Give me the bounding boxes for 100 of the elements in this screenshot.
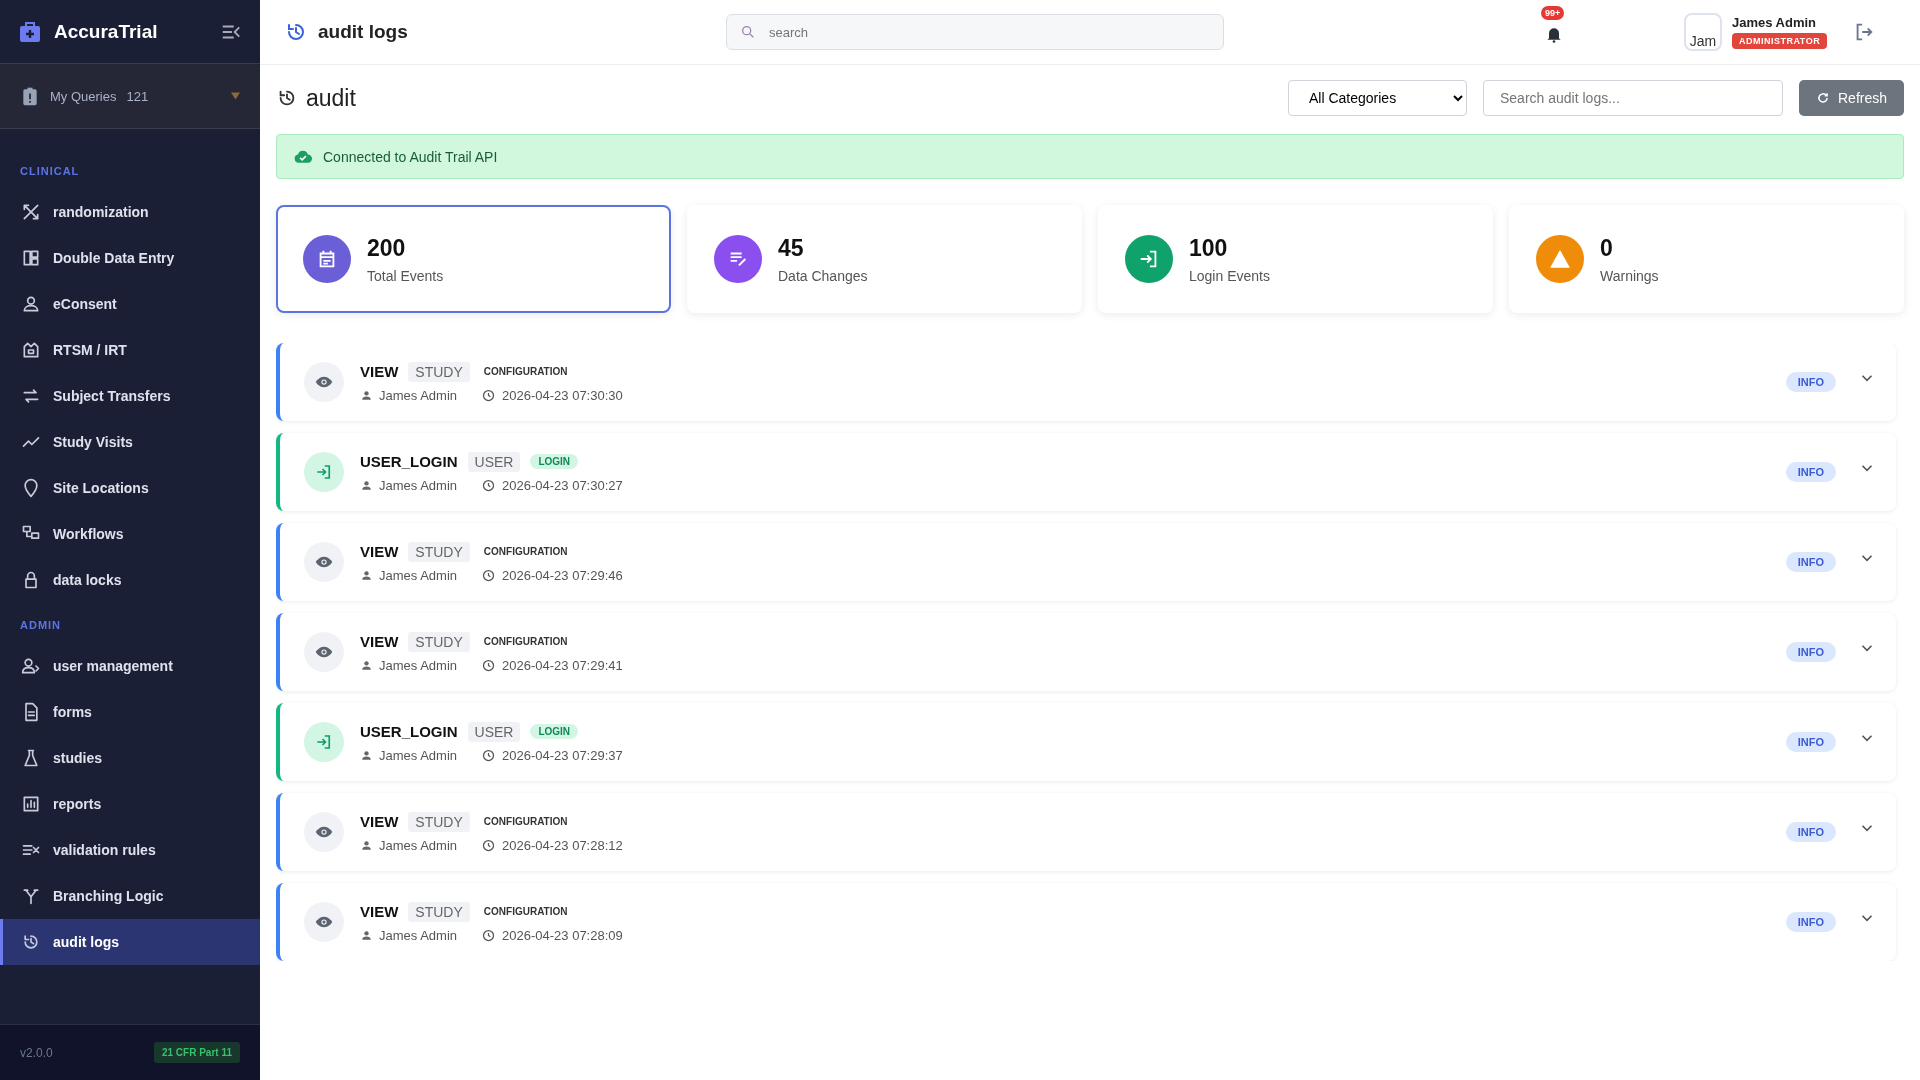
action-name: USER_LOGIN (360, 723, 458, 740)
nav-item[interactable]: user management (0, 643, 260, 689)
stat-value: 200 (367, 234, 407, 262)
nav-item[interactable]: RTSM / IRT (0, 327, 260, 373)
timestamp: 2026-04-23 07:29:37 (502, 747, 623, 763)
nav-item[interactable]: reports (0, 781, 260, 827)
user-icon (360, 478, 373, 492)
stat-card[interactable]: 200 Total Events (276, 205, 671, 313)
timestamp: 2026-04-23 07:30:30 (502, 387, 623, 403)
category-select[interactable]: All Categories (1288, 80, 1467, 116)
stat-label: Login Events (1189, 267, 1270, 284)
user-icon (360, 838, 373, 852)
event-icon (304, 902, 344, 942)
nav-icon (21, 248, 41, 268)
nav-item[interactable]: Subject Transfers (0, 373, 260, 419)
severity-badge: INFO (1785, 732, 1836, 752)
clock-icon (481, 387, 497, 403)
entity-tag: USER (467, 721, 521, 742)
nav-item[interactable]: studies (0, 735, 260, 781)
nav-icon (21, 386, 41, 406)
nav-icon (21, 340, 41, 360)
category-tag: CONFIGURATION (479, 544, 572, 559)
clock-icon (481, 657, 497, 673)
log-entry-card[interactable]: VIEW STUDY CONFIGURATION James Admin 2026-04-23 07:30:30 INFO (276, 343, 1896, 421)
stat-card[interactable]: 45 Data Changes (687, 205, 1082, 313)
entity-tag: STUDY (408, 631, 470, 652)
action-name: VIEW (360, 903, 399, 920)
severity-badge: INFO (1785, 642, 1836, 662)
user-icon (360, 568, 373, 582)
category-tag: CONFIGURATION (479, 904, 572, 919)
severity-badge: INFO (1785, 462, 1836, 482)
search-field[interactable]: search (726, 14, 1224, 50)
log-entry-card[interactable]: VIEW STUDY CONFIGURATION James Admin 2026-04-23 07:28:09 INFO (276, 883, 1896, 961)
nav-item[interactable]: randomization (0, 189, 260, 235)
category-tag: CONFIGURATION (479, 364, 572, 379)
my-queries-dropdown[interactable]: My Queries 121 (0, 63, 260, 129)
user-name: James Admin (379, 837, 458, 853)
search-field[interactable]: Search audit logs... (1483, 80, 1783, 116)
page-title: audit logs (318, 21, 409, 43)
stat-card[interactable]: 100 Login Events (1098, 205, 1493, 313)
nav-item[interactable]: audit logs (0, 919, 260, 965)
role-badge: ADMINISTRATOR (1732, 33, 1828, 49)
log-entry-card[interactable]: VIEW STUDY CONFIGURATION James Admin 2026-04-23 07:28:12 INFO (276, 793, 1896, 871)
event-icon (304, 542, 344, 582)
action-name: VIEW (360, 813, 399, 830)
user-icon (360, 748, 373, 762)
status-text: Connected to Audit Trail API (323, 148, 498, 165)
action-name: VIEW (360, 363, 399, 380)
timestamp: 2026-04-23 07:29:46 (502, 567, 623, 583)
nav-icon (21, 794, 41, 814)
event-icon (304, 722, 344, 762)
stat-value: 45 (778, 234, 805, 262)
nav-icon (21, 202, 41, 222)
log-entry-card[interactable]: VIEW STUDY CONFIGURATION James Admin 2026-04-23 07:29:46 INFO (276, 523, 1896, 601)
nav-item[interactable]: forms (0, 689, 260, 735)
user-icon (360, 388, 373, 402)
brand-name: AccuraTrial (54, 20, 159, 43)
nav-icon (21, 886, 41, 906)
nav-item[interactable]: Double Data Entry (0, 235, 260, 281)
user-name: James Admin (379, 567, 458, 583)
event-icon (304, 632, 344, 672)
refresh-button[interactable]: Refresh (1799, 80, 1904, 116)
user-icon (360, 658, 373, 672)
nav-item[interactable]: data locks (0, 557, 260, 603)
stat-card[interactable]: 0 Warnings (1509, 205, 1904, 313)
clock-icon (481, 747, 497, 763)
action-name: VIEW (360, 633, 399, 650)
nav-item[interactable]: Site Locations (0, 465, 260, 511)
action-name: USER_LOGIN (360, 453, 458, 470)
timestamp: 2026-04-23 07:29:41 (502, 657, 623, 673)
nav-item[interactable]: eConsent (0, 281, 260, 327)
severity-badge: INFO (1785, 912, 1836, 932)
nav-item[interactable]: Branching Logic (0, 873, 260, 919)
clock-icon (481, 477, 497, 493)
nav-icon (21, 932, 41, 952)
severity-badge: INFO (1785, 372, 1836, 392)
user-name: James Admin (379, 927, 458, 943)
nav-item[interactable]: validation rules (0, 827, 260, 873)
entity-tag: USER (467, 451, 521, 472)
log-entry-card[interactable]: VIEW STUDY CONFIGURATION James Admin 2026-04-23 07:29:41 INFO (276, 613, 1896, 691)
nav-icon (21, 294, 41, 314)
nav-item[interactable]: Workflows (0, 511, 260, 557)
nav-item[interactable]: Study Visits (0, 419, 260, 465)
notification-badge: 99+ (1541, 6, 1565, 20)
category-tag: LOGIN (530, 454, 579, 469)
entity-tag: STUDY (408, 361, 470, 382)
stat-label: Total Events (367, 267, 444, 284)
stat-label: Data Changes (778, 267, 868, 284)
stat-label: Warnings (1600, 267, 1659, 284)
severity-badge: INFO (1785, 822, 1836, 842)
category-tag: CONFIGURATION (479, 634, 572, 649)
category-tag: CONFIGURATION (479, 814, 572, 829)
log-entry-card[interactable]: USER_LOGIN USER LOGIN James Admin 2026-04-23 07:29:37 INFO (276, 703, 1896, 781)
log-entry-card[interactable]: USER_LOGIN USER LOGIN James Admin 2026-04-23 07:30:27 INFO (276, 433, 1896, 511)
event-icon (304, 812, 344, 852)
stat-value: 0 (1600, 234, 1614, 262)
event-icon (304, 362, 344, 402)
clock-icon (481, 837, 497, 853)
user-name: James Admin (379, 387, 458, 403)
entity-tag: STUDY (408, 811, 470, 832)
